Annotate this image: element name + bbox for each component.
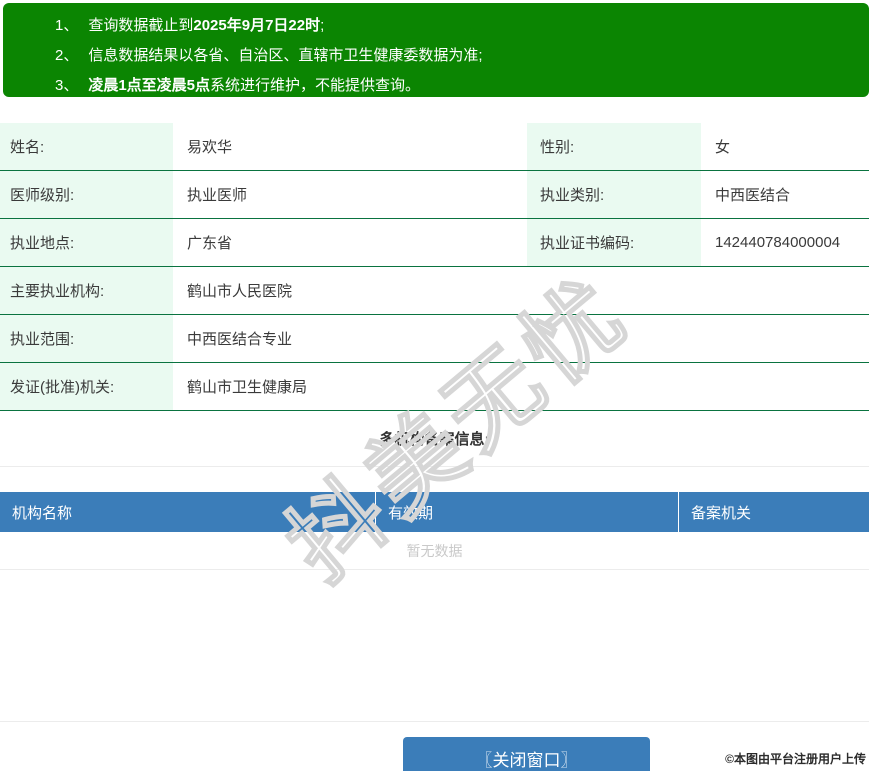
gender-value: 女	[715, 139, 731, 156]
notice-line-1: 1、 查询数据截止到2025年9月7日22时;	[55, 11, 859, 41]
notice-text-bold: 2025年9月7日22时	[193, 17, 321, 34]
filing-table-header: 机构名称 有效期 备案机关	[0, 492, 869, 532]
doctor-level-value: 执业医师	[187, 187, 248, 204]
issuing-authority-label: 发证(批准)机关:	[0, 363, 173, 410]
filing-table: 机构名称 有效期 备案机关 暂无数据	[0, 492, 869, 570]
practice-location-label: 执业地点:	[0, 219, 173, 266]
notice-line-3: 3、 凌晨1点至凌晨5点系统进行维护，不能提供查询。	[55, 71, 859, 101]
name-value: 易欢华	[187, 139, 233, 156]
practice-scope-label: 执业范围:	[0, 315, 173, 362]
practice-category-label: 执业类别:	[527, 171, 701, 218]
notice-text-bold: 凌晨1点至凌晨5点	[88, 77, 211, 94]
close-window-button[interactable]: 〖关闭窗口〗	[403, 737, 650, 771]
column-header-filing-authority: 备案机关	[691, 504, 752, 522]
notice-number: 3、	[55, 77, 79, 94]
table-row: 执业范围: 中西医结合专业	[0, 315, 869, 363]
table-row: 主要执业机构: 鹤山市人民医院	[0, 267, 869, 315]
copyright-note: ©本图由平台注册用户上传	[725, 752, 866, 766]
doctor-level-label: 医师级别:	[0, 171, 173, 218]
no-data-message: 暂无数据	[0, 532, 869, 570]
notice-line-2: 2、 信息数据结果以各省、自治区、直辖市卫生健康委数据为准;	[55, 41, 859, 71]
practice-category-value: 中西医结合	[715, 187, 791, 204]
notice-text: 查询数据截止到2025年9月7日22时;	[88, 11, 324, 41]
issuing-authority-value: 鹤山市卫生健康局	[187, 379, 308, 396]
section-title: 多机构备案信息:	[379, 431, 490, 448]
main-institution-label: 主要执业机构:	[0, 267, 173, 314]
table-row: 姓名: 易欢华 性别: 女	[0, 123, 869, 171]
column-header-validity-period: 有效期	[376, 492, 679, 532]
notice-text-pre: 信息数据结果以各省、自治区、直辖市卫生健康委数据为准;	[88, 47, 483, 64]
table-row: 执业地点: 广东省 执业证书编码: 142440784000004	[0, 219, 869, 267]
practice-location-value: 广东省	[187, 235, 233, 252]
notice-number: 1、	[55, 17, 79, 34]
license-query-page: 1、 查询数据截止到2025年9月7日22时; 2、 信息数据结果以各省、自治区…	[0, 0, 869, 771]
notice-text: 信息数据结果以各省、自治区、直辖市卫生健康委数据为准;	[88, 41, 482, 71]
practitioner-info-table: 姓名: 易欢华 性别: 女 医师级别: 执业医师 执业类别: 中西医结合 执业地…	[0, 123, 869, 411]
notice-number: 2、	[55, 47, 79, 64]
certificate-number-value: 142440784000004	[715, 234, 841, 251]
main-institution-value: 鹤山市人民医院	[187, 283, 293, 300]
column-header-institution-name: 机构名称	[0, 492, 376, 532]
table-row: 发证(批准)机关: 鹤山市卫生健康局	[0, 363, 869, 411]
notice-text-pre: 查询数据截止到	[88, 17, 194, 34]
table-row: 医师级别: 执业医师 执业类别: 中西医结合	[0, 171, 869, 219]
notice-text-post: 系统进行维护，不能提供查询。	[210, 77, 421, 94]
certificate-number-label: 执业证书编码:	[527, 219, 701, 266]
multi-institution-section: 多机构备案信息:	[0, 411, 869, 467]
notice-text: 凌晨1点至凌晨5点系统进行维护，不能提供查询。	[88, 71, 420, 101]
name-label: 姓名:	[0, 123, 173, 170]
empty-content-area	[0, 570, 869, 722]
gender-label: 性别:	[527, 123, 701, 170]
notice-text-post: ;	[320, 17, 325, 34]
practice-scope-value: 中西医结合专业	[187, 331, 293, 348]
notice-box: 1、 查询数据截止到2025年9月7日22时; 2、 信息数据结果以各省、自治区…	[3, 3, 869, 97]
